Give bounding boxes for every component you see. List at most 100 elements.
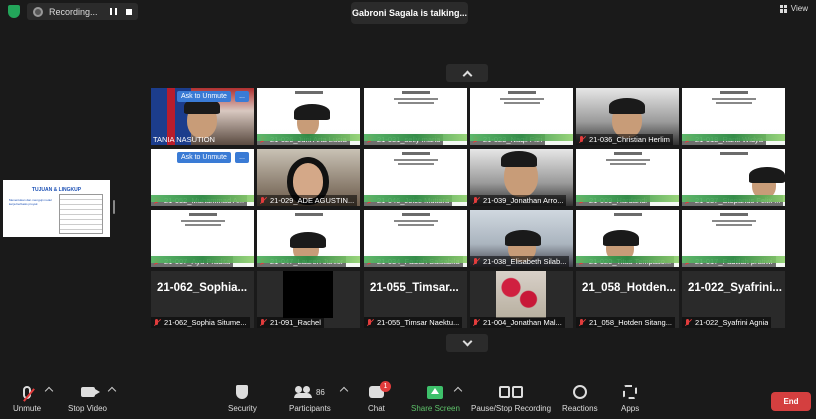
- name-label: 21-039_Jonathan Arro...: [470, 195, 567, 206]
- slide-logo: [402, 152, 430, 155]
- participant-tile[interactable]: 21-091_Rachel: [257, 271, 360, 328]
- participant-video: [749, 167, 785, 199]
- ask-to-unmute-button[interactable]: Ask to Unmute: [177, 152, 231, 163]
- slide-logo: [402, 213, 430, 216]
- participant-video: [603, 230, 639, 262]
- participant-tile[interactable]: 21-034_Faizah Salsabila: [364, 210, 467, 267]
- participant-tile[interactable]: 21-038_Elisabeth Silab...: [470, 210, 573, 267]
- slide-text-line: [394, 159, 438, 161]
- audio-options-caret-icon[interactable]: [44, 386, 54, 396]
- participant-video: [293, 163, 323, 199]
- mic-muted-icon: [366, 318, 374, 327]
- stop-video-label: Stop Video: [68, 404, 107, 413]
- participant-tile[interactable]: 21-037_Stepanus Felix ...: [682, 149, 785, 206]
- participant-tile[interactable]: 21-031_selly maria: [364, 88, 467, 145]
- slide-logo: [720, 213, 748, 216]
- mic-muted-icon: [259, 135, 267, 144]
- stop-video-button[interactable]: Stop Video: [68, 382, 107, 413]
- mic-muted-icon: [259, 196, 267, 205]
- participant-tile[interactable]: 21-023_Naqil Fitri: [470, 88, 573, 145]
- pause-stop-recording-button[interactable]: Pause/Stop Recording: [471, 382, 551, 413]
- participant-tile[interactable]: Ask to Unmute ... TANIA NASUTION: [151, 88, 254, 145]
- participant-name: 21-004_Jonathan Mal...: [483, 318, 562, 327]
- security-button[interactable]: Security: [228, 382, 257, 413]
- participant-tile[interactable]: 21-029_ADE AGUSTIN...: [257, 149, 360, 206]
- participants-options-caret-icon[interactable]: [339, 386, 349, 396]
- participant-tile[interactable]: 21-046_Joice Mutiara: [364, 149, 467, 206]
- security-label: Security: [228, 404, 257, 413]
- participant-tile[interactable]: 21-020_Titus Tempaso...: [576, 210, 679, 267]
- participant-tile[interactable]: 21-062_Sophia... 21-062_Sophia Situme...: [151, 271, 254, 328]
- slide-text-line: [716, 224, 752, 226]
- participant-name: 21-038_Elisabeth Silab...: [483, 257, 567, 266]
- participant-tile[interactable]: 21-007_Ayu Pradita: [151, 210, 254, 267]
- previous-page-button[interactable]: [446, 64, 488, 82]
- participant-tile[interactable]: 21-017_Fadillah pratiwi: [682, 210, 785, 267]
- slide-text-line: [610, 163, 646, 165]
- reactions-button[interactable]: Reactions: [562, 382, 598, 413]
- slide-logo: [614, 213, 642, 216]
- mic-muted-icon: [578, 135, 586, 144]
- share-screen-icon: [427, 385, 444, 399]
- participant-video: [290, 232, 326, 262]
- participant-name: 21-037_Stepanus Felix ...: [695, 196, 781, 205]
- mic-muted-icon: [472, 135, 480, 144]
- reactions-label: Reactions: [562, 404, 598, 413]
- participant-name: 21-017_Fadillah pratiwi: [695, 257, 773, 266]
- name-label: 21-052_Muhammad A...: [151, 195, 248, 206]
- name-label: TANIA NASUTION: [151, 134, 218, 145]
- name-label: 21-004_Jonathan Mal...: [470, 317, 565, 328]
- shared-content-thumbnail[interactable]: TUJUAN & LINGKUP Menentukan dan menguji …: [3, 180, 110, 237]
- mic-muted-icon: [259, 318, 267, 327]
- next-page-button[interactable]: [446, 334, 488, 352]
- participants-button[interactable]: 86 Participants: [289, 382, 331, 413]
- video-options-caret-icon[interactable]: [107, 386, 117, 396]
- shared-slide-body: Menentukan dan menguji model kerja berba…: [9, 198, 52, 206]
- participant-tile[interactable]: Ask to Unmute ... 21-052_Muhammad A...: [151, 149, 254, 206]
- mic-muted-icon: [578, 257, 586, 266]
- participant-tile[interactable]: 21_058_Hotden... 21_058_Hotden Sitang...: [576, 271, 679, 328]
- participant-video: [184, 98, 220, 138]
- slide-text-line: [716, 102, 752, 104]
- slide-text-line: [181, 220, 225, 222]
- slide-text-line: [606, 159, 650, 161]
- end-meeting-button[interactable]: End: [771, 392, 811, 411]
- security-shield-icon[interactable]: [8, 5, 20, 18]
- slide-logo: [402, 91, 430, 94]
- chat-label: Chat: [368, 404, 385, 413]
- participant-tile[interactable]: 21-009_Hardandi: [576, 149, 679, 206]
- participant-tile[interactable]: 21-039_Jonathan Arro...: [470, 149, 573, 206]
- participants-icon: [293, 386, 313, 398]
- chat-button[interactable]: 1 Chat: [368, 381, 391, 413]
- mic-muted-icon: [153, 318, 161, 327]
- more-options-button[interactable]: ...: [235, 91, 249, 102]
- more-options-button[interactable]: ...: [235, 152, 249, 163]
- participant-name: 21-029_ADE AGUSTIN...: [270, 196, 355, 205]
- participant-tile[interactable]: 21-036_Christian Herlim: [576, 88, 679, 145]
- unmute-button[interactable]: Unmute: [13, 382, 41, 413]
- mic-muted-icon: [153, 196, 161, 205]
- participant-tile[interactable]: 21-055_Timsar... 21-055_Timsar Naektu...: [364, 271, 467, 328]
- participant-tile[interactable]: 21-047_Lauren Junior: [257, 210, 360, 267]
- share-screen-button[interactable]: Share Screen: [411, 382, 460, 413]
- participant-tile[interactable]: 21-026_Juni Arta Lucia: [257, 88, 360, 145]
- pause-recording-button[interactable]: [107, 6, 119, 18]
- name-label: 21-009_Hardandi: [576, 195, 650, 206]
- speaker-banner: Gabroni Sagala is talking...: [351, 2, 468, 24]
- slide-text-line: [398, 102, 434, 104]
- name-label: 21-062_Sophia Situme...: [151, 317, 250, 328]
- stop-recording-button[interactable]: [123, 6, 135, 18]
- participant-name: 21-020_Titus Tempaso...: [589, 257, 672, 266]
- name-label: 21-026_Juni Arta Lucia: [257, 134, 350, 145]
- participant-tile[interactable]: 21-022_Syafrini... 21-022_Syafrini Agnia: [682, 271, 785, 328]
- mic-muted-icon: [578, 318, 586, 327]
- participant-name: 21-055_Timsar Naektu...: [377, 318, 460, 327]
- participant-tile[interactable]: 21-018_Ranti Widya: [682, 88, 785, 145]
- ask-to-unmute-button[interactable]: Ask to Unmute: [177, 91, 231, 102]
- slide-text-line: [500, 98, 544, 100]
- participant-tile[interactable]: 21-004_Jonathan Mal...: [470, 271, 573, 328]
- apps-button[interactable]: Apps: [621, 382, 639, 413]
- mic-muted-icon: [472, 196, 480, 205]
- resize-handle[interactable]: [113, 200, 115, 214]
- view-button[interactable]: View: [779, 4, 808, 13]
